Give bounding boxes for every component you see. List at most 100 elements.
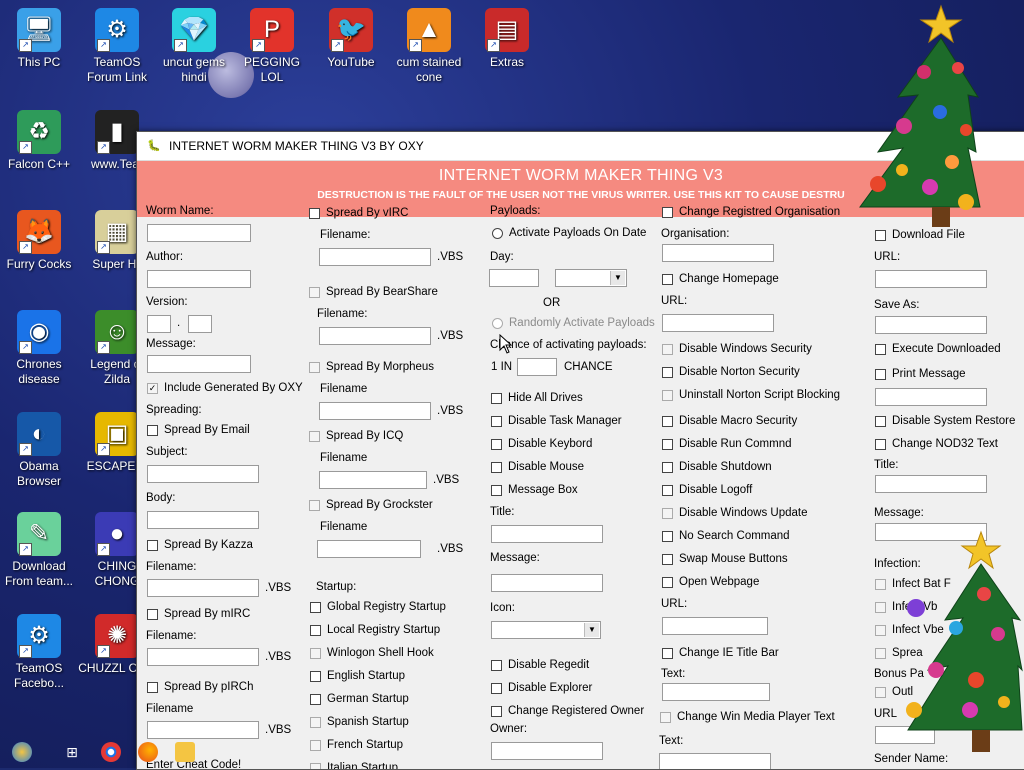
nod32-title-input[interactable] — [875, 475, 987, 493]
winlogon-shell-hook-checkbox[interactable]: Winlogon Shell Hook — [310, 647, 434, 659]
print-message-input[interactable] — [875, 388, 987, 406]
disable-run-command-checkbox[interactable]: Disable Run Commnd — [662, 438, 792, 450]
execute-downloaded-checkbox[interactable]: Execute Downloaded — [875, 343, 1001, 355]
desktop-icon-this-pc[interactable]: 🖥 ↗ This PC — [0, 8, 78, 70]
msgbox-message-input[interactable] — [491, 574, 603, 592]
disable-system-restore-checkbox[interactable]: Disable System Restore — [875, 415, 1015, 427]
desktop-icon-download-team[interactable]: ✎ ↗ Download From team... — [0, 512, 78, 589]
swap-mouse-buttons-checkbox[interactable]: Swap Mouse Buttons — [662, 553, 788, 565]
spread-morpheus-checkbox[interactable]: Spread By Morpheus — [309, 361, 434, 373]
author-input[interactable] — [147, 270, 251, 288]
desktop-icon-cum-stained-cone[interactable]: ▲ ↗ cum stained cone — [390, 8, 468, 85]
activate-on-date-radio[interactable]: Activate Payloads On Date — [492, 227, 646, 239]
spread-pirch-checkbox[interactable]: Spread By pIRCh — [147, 681, 254, 693]
global-registry-startup-checkbox[interactable]: Global Registry Startup — [310, 601, 446, 613]
disable-explorer-checkbox[interactable]: Disable Explorer — [491, 682, 592, 694]
change-registered-owner-checkbox[interactable]: Change Registered Owner — [491, 705, 644, 717]
print-message-checkbox[interactable]: Print Message — [875, 368, 966, 380]
firefox-taskbar-icon[interactable] — [138, 742, 158, 762]
disable-windows-update-checkbox[interactable]: Disable Windows Update — [662, 507, 807, 519]
bearshare-filename-input[interactable] — [319, 327, 431, 345]
desktop-icon-uncut-gems[interactable]: 💎 ↗ uncut gems hindi — [155, 8, 233, 85]
ie-title-text-input[interactable] — [662, 683, 770, 701]
save-as-input[interactable] — [875, 316, 987, 334]
desktop-icon-obama-browser[interactable]: ◐ ↗ Obama Browser — [0, 412, 78, 489]
english-startup-checkbox[interactable]: English Startup — [310, 670, 405, 682]
disable-norton-security-checkbox[interactable]: Disable Norton Security — [662, 366, 800, 378]
owner-input[interactable] — [491, 742, 603, 760]
disable-task-manager-checkbox[interactable]: Disable Task Manager — [491, 415, 622, 427]
spread-icq-checkbox[interactable]: Spread By ICQ — [309, 430, 403, 442]
homepage-url-input[interactable] — [662, 314, 774, 332]
disable-shutdown-checkbox[interactable]: Disable Shutdown — [662, 461, 772, 473]
disable-keybord-checkbox[interactable]: Disable Keybord — [491, 438, 592, 450]
organisation-input[interactable] — [662, 244, 774, 262]
message-box-checkbox[interactable]: Message Box — [491, 484, 578, 496]
body-input[interactable] — [147, 511, 259, 529]
disable-logoff-checkbox[interactable]: Disable Logoff — [662, 484, 752, 496]
disable-windows-security-checkbox[interactable]: Disable Windows Security — [662, 343, 812, 355]
worm-name-input[interactable] — [147, 224, 251, 242]
chance-input[interactable] — [517, 358, 557, 376]
desktop-icon-pegging-lol[interactable]: P ↗ PEGGING LOL — [233, 8, 311, 85]
hide-all-drives-checkbox[interactable]: Hide All Drives — [491, 392, 583, 404]
spread-bearshare-checkbox[interactable]: Spread By BearShare — [309, 286, 438, 298]
desktop-icon-teamos-forum[interactable]: ⚙ ↗ TeamOS Forum Link — [78, 8, 156, 85]
virc-filename-input[interactable] — [319, 248, 431, 266]
no-search-command-checkbox[interactable]: No Search Command — [662, 530, 790, 542]
desktop-icon-chrones-disease[interactable]: ◉ ↗ Chrones disease — [0, 310, 78, 387]
pirch-filename-input[interactable] — [147, 721, 259, 739]
change-ie-title-checkbox[interactable]: Change IE Title Bar — [662, 647, 779, 659]
local-registry-startup-checkbox[interactable]: Local Registry Startup — [310, 624, 440, 636]
wmp-text-input[interactable] — [659, 753, 771, 769]
change-wmp-text-checkbox[interactable]: Change Win Media Player Text — [660, 711, 835, 723]
kazza-filename-input[interactable] — [147, 579, 259, 597]
chrome-taskbar-icon[interactable] — [101, 742, 121, 762]
day-input[interactable] — [489, 269, 539, 287]
version-major-input[interactable] — [147, 315, 171, 333]
open-webpage-checkbox[interactable]: Open Webpage — [662, 576, 759, 588]
webpage-url-input[interactable] — [662, 617, 768, 635]
include-generated-checkbox[interactable]: ✓ Include Generated By OXY — [147, 382, 303, 394]
morpheus-filename-input[interactable] — [319, 402, 431, 420]
teamos-forum-icon: ⚙ ↗ — [95, 8, 139, 52]
month-select[interactable]: ▼ — [555, 269, 627, 287]
spread-kazza-checkbox[interactable]: Spread By Kazza — [147, 539, 253, 551]
bearshare-vbs: .VBS — [437, 330, 464, 342]
disable-macro-security-checkbox[interactable]: Disable Macro Security — [662, 415, 797, 427]
msgbox-title-input[interactable] — [491, 525, 603, 543]
change-homepage-checkbox[interactable]: Change Homepage — [662, 273, 779, 285]
spread-email-checkbox[interactable]: Spread By Email — [147, 424, 250, 436]
french-startup-checkbox[interactable]: French Startup — [310, 739, 403, 751]
desktop-icon-teamos-facebook[interactable]: ⚙ ↗ TeamOS Facebo... — [0, 614, 78, 691]
disable-regedit-checkbox[interactable]: Disable Regedit — [491, 659, 589, 671]
folder-taskbar-icon[interactable] — [175, 742, 195, 762]
spanish-startup-checkbox[interactable]: Spanish Startup — [310, 716, 409, 728]
disable-mouse-checkbox[interactable]: Disable Mouse — [491, 461, 584, 473]
start-button-icon[interactable] — [12, 742, 32, 762]
desktop-icon-extras[interactable]: ▤ ↗ Extras — [468, 8, 546, 70]
version-minor-input[interactable] — [188, 315, 212, 333]
italian-startup-checkbox[interactable]: Italian Startup — [310, 762, 398, 769]
icq-filename-input[interactable] — [319, 471, 427, 489]
subject-input[interactable] — [147, 465, 259, 483]
change-nod32-checkbox[interactable]: Change NOD32 Text — [875, 438, 998, 450]
mirc-filename-input[interactable] — [147, 648, 259, 666]
icon-select[interactable]: ▼ — [491, 621, 601, 639]
desktop-icon-youtube[interactable]: 🐦 ↗ YouTube — [312, 8, 390, 70]
spread-grockster-checkbox[interactable]: Spread By Grockster — [309, 499, 433, 511]
message-input[interactable] — [147, 355, 251, 373]
download-url-input[interactable] — [875, 270, 987, 288]
grockster-filename-input[interactable] — [317, 540, 421, 558]
german-startup-checkbox[interactable]: German Startup — [310, 693, 409, 705]
desktop-icon-falcon-cpp[interactable]: ♻ ↗ Falcon C++ — [0, 110, 78, 172]
uninstall-norton-checkbox[interactable]: Uninstall Norton Script Blocking — [662, 389, 840, 401]
spread-virc-checkbox[interactable]: Spread By vIRC — [309, 207, 408, 219]
randomly-activate-radio[interactable]: Randomly Activate Payloads — [492, 317, 655, 329]
desktop-icon-furry-cocks[interactable]: 🦊 ↗ Furry Cocks — [0, 210, 78, 272]
shortcut-arrow-icon: ↗ — [19, 141, 32, 154]
change-organisation-checkbox[interactable]: Change Registred Organisation — [662, 206, 840, 218]
shortcut-arrow-icon: ↗ — [19, 341, 32, 354]
spread-mirc-checkbox[interactable]: Spread By mIRC — [147, 608, 250, 620]
task-view-icon[interactable]: ⊞ — [62, 742, 82, 762]
